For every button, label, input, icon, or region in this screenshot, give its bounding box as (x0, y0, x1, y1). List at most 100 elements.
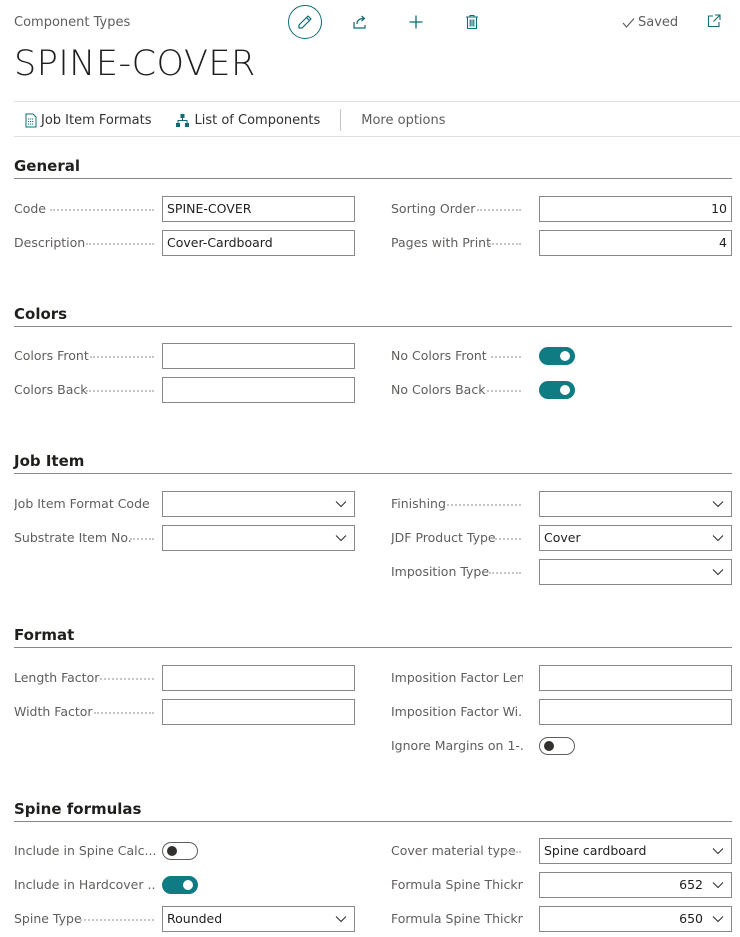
field-include-spine-calc: Include in Spine Calc... (14, 838, 355, 864)
document-list-icon (25, 113, 37, 127)
edit-icon (298, 15, 312, 29)
cover-material-type-label: Cover material type (391, 843, 516, 858)
saved-label: Saved (638, 15, 679, 30)
section-job-item-line (14, 473, 732, 474)
page-toolbar: Saved (0, 5, 740, 41)
width-factor-input[interactable] (162, 699, 355, 725)
field-include-hardcover: Include in Hardcover ... (14, 872, 355, 898)
share-button[interactable] (349, 11, 371, 33)
spine-type-dots (80, 919, 154, 921)
no-colors-back-toggle[interactable] (539, 381, 575, 399)
description-dots (86, 243, 154, 245)
list-of-components-action[interactable]: List of Components (163, 105, 332, 135)
section-spine-title: Spine formulas (14, 800, 142, 818)
delete-button[interactable] (461, 11, 483, 33)
spine-type-select[interactable]: Rounded (162, 906, 355, 932)
no-colors-front-toggle[interactable] (539, 347, 575, 365)
formula-spine-thickness-2-label: Formula Spine Thickn... (391, 911, 523, 926)
chevron-down-icon (712, 848, 724, 855)
finishing-dots (447, 504, 521, 506)
field-sorting-order: Sorting Order 10 (391, 196, 732, 222)
field-no-colors-front: No Colors Front (391, 343, 732, 369)
chevron-down-icon (712, 916, 724, 923)
field-spine-type: Spine Type Rounded (14, 906, 355, 932)
field-colors-front: Colors Front (14, 343, 355, 369)
sorting-order-dots (477, 209, 521, 211)
formula-spine-thickness-1-select[interactable]: 652 (539, 872, 732, 898)
share-icon (353, 15, 366, 29)
colors-back-dots (86, 390, 154, 392)
popout-icon (707, 14, 721, 28)
colors-front-dots (90, 356, 154, 358)
field-colors-back: Colors Back (14, 377, 355, 403)
imposition-factor-width-input[interactable] (539, 699, 732, 725)
field-no-colors-back: No Colors Back (391, 377, 732, 403)
section-job-item-title: Job Item (14, 452, 85, 470)
header-divider (14, 101, 740, 102)
saved-check-icon (622, 17, 635, 28)
field-code: Code SPINE-COVER (14, 196, 355, 222)
imposition-factor-width-label: Imposition Factor Wi... (391, 704, 523, 719)
more-options-button[interactable]: More options (349, 113, 445, 128)
edit-button[interactable] (288, 5, 322, 39)
toggle-knob (560, 351, 570, 361)
toggle-knob (544, 741, 554, 751)
field-formula-spine-thickness-1: Formula Spine Thickn... 652 (391, 872, 732, 898)
chevron-down-icon (712, 501, 724, 508)
new-icon (409, 15, 423, 29)
job-item-format-code-label: Job Item Format Code (14, 496, 150, 511)
field-pages-with-print: Pages with Print 4 (391, 230, 732, 256)
substrate-item-no-select[interactable] (162, 525, 355, 551)
field-description: Description Cover-Cardboard (14, 230, 355, 256)
section-colors-title: Colors (14, 305, 68, 323)
no-colors-back-dots (487, 390, 521, 392)
colors-front-input[interactable] (162, 343, 355, 369)
section-general-line (14, 178, 732, 179)
jdf-product-type-dots (495, 538, 521, 540)
width-factor-dots (94, 712, 154, 714)
chevron-down-icon (712, 882, 724, 889)
include-spine-calc-toggle[interactable] (162, 842, 198, 860)
formula-spine-thickness-1-label: Formula Spine Thickn... (391, 877, 523, 892)
jdf-product-type-value: Cover (544, 530, 581, 545)
job-item-formats-action[interactable]: Job Item Formats (14, 105, 163, 135)
jdf-product-type-select[interactable]: Cover (539, 525, 732, 551)
description-input[interactable]: Cover-Cardboard (162, 230, 355, 256)
job-item-formats-label: Job Item Formats (41, 112, 152, 128)
action-separator (340, 109, 342, 131)
include-hardcover-label: Include in Hardcover ... (14, 877, 156, 892)
chevron-down-icon (335, 501, 347, 508)
finishing-select[interactable] (539, 491, 732, 517)
cover-material-type-select[interactable]: Spine cardboard (539, 838, 732, 864)
section-format-title: Format (14, 626, 75, 644)
list-of-components-label: List of Components (194, 112, 321, 128)
new-button[interactable] (405, 11, 427, 33)
include-hardcover-toggle[interactable] (162, 876, 198, 894)
no-colors-front-dots (491, 356, 521, 358)
field-ignore-margins: Ignore Margins on 1-... (391, 733, 732, 759)
substrate-item-no-dots (130, 538, 154, 540)
section-format-line (14, 647, 732, 648)
formula-spine-thickness-2-select[interactable]: 650 (539, 906, 732, 932)
sorting-order-input[interactable]: 10 (539, 196, 732, 222)
field-cover-material-type: Cover material type Spine cardboard (391, 838, 732, 864)
toggle-knob (183, 880, 193, 890)
formula-spine-thickness-1-value: 652 (679, 877, 703, 892)
field-job-item-format-code: Job Item Format Code (14, 491, 355, 517)
chevron-down-icon (335, 916, 347, 923)
ignore-margins-toggle[interactable] (539, 737, 575, 755)
code-input[interactable]: SPINE-COVER (162, 196, 355, 222)
delete-icon (466, 14, 478, 30)
page-title: SPINE-COVER (14, 44, 256, 84)
job-item-format-code-select[interactable] (162, 491, 355, 517)
pages-with-print-input[interactable]: 4 (539, 230, 732, 256)
colors-back-input[interactable] (162, 377, 355, 403)
popout-button[interactable] (704, 11, 724, 31)
length-factor-input[interactable] (162, 665, 355, 691)
cover-material-type-value: Spine cardboard (544, 843, 647, 858)
spine-type-value: Rounded (167, 911, 223, 926)
imposition-type-dots (489, 572, 521, 574)
imposition-factor-length-input[interactable] (539, 665, 732, 691)
field-imposition-type: Imposition Type (391, 559, 732, 585)
imposition-type-select[interactable] (539, 559, 732, 585)
